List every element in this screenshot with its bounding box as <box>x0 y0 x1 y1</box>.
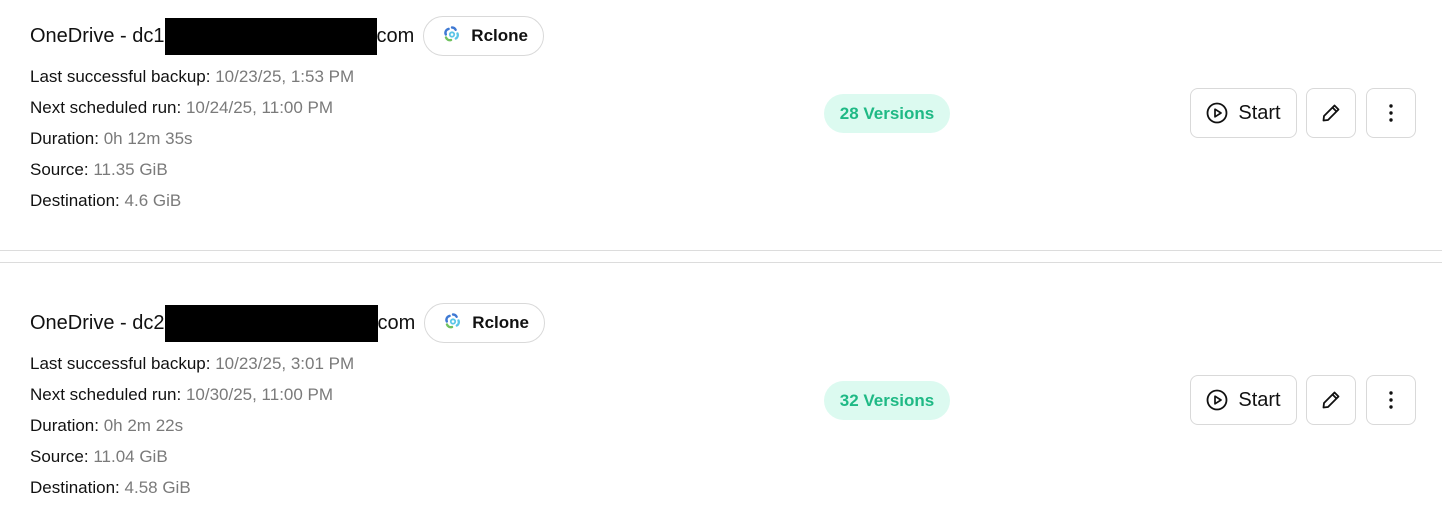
more-vertical-icon <box>1388 103 1394 123</box>
backup-name-prefix: OneDrive - dc1 <box>30 24 165 47</box>
start-label: Start <box>1238 388 1281 411</box>
rclone-icon <box>443 311 463 336</box>
backup-name-prefix: OneDrive - dc2 <box>30 311 165 334</box>
detail-label: Destination: <box>30 478 120 497</box>
detail-label: Next scheduled run: <box>30 385 182 404</box>
redacted-block <box>164 17 377 55</box>
detail-label: Source: <box>30 160 89 179</box>
detail-source: Source: 11.04 GiB <box>30 441 354 472</box>
detail-source: Source: 11.35 GiB <box>30 154 354 185</box>
detail-last-backup: Last successful backup: 10/23/25, 1:53 P… <box>30 61 354 92</box>
start-button[interactable]: Start <box>1190 88 1297 138</box>
detail-value: 10/23/25, 1:53 PM <box>215 67 355 86</box>
backup-card: OneDrive - dc1 com Rclone Last successful… <box>0 0 1442 251</box>
detail-value: 11.35 GiB <box>93 160 168 179</box>
provider-label: Rclone <box>472 313 529 332</box>
play-circle-icon <box>1206 102 1228 124</box>
detail-duration: Duration: 0h 12m 35s <box>30 123 354 154</box>
pencil-icon <box>1320 102 1342 124</box>
provider-tag: Rclone <box>423 16 544 56</box>
detail-label: Duration: <box>30 416 99 435</box>
detail-last-backup: Last successful backup: 10/23/25, 3:01 P… <box>30 348 354 379</box>
edit-button[interactable] <box>1306 375 1356 425</box>
detail-value: 4.6 GiB <box>124 191 182 210</box>
pencil-icon <box>1320 389 1342 411</box>
detail-label: Last successful backup: <box>30 67 211 86</box>
backup-details: Last successful backup: 10/23/25, 1:53 P… <box>30 61 354 216</box>
detail-value: 10/30/25, 11:00 PM <box>185 385 334 404</box>
detail-label: Destination: <box>30 191 120 210</box>
more-options-button[interactable] <box>1366 88 1416 138</box>
provider-label: Rclone <box>471 26 528 45</box>
backup-card: OneDrive - dc2 com Rclone Last successful… <box>0 263 1442 521</box>
detail-label: Source: <box>30 447 89 466</box>
backup-name-suffix: com <box>376 24 415 47</box>
detail-label: Last successful backup: <box>30 354 211 373</box>
backup-title-row: OneDrive - dc1 com Rclone <box>30 16 544 56</box>
backup-title-row: OneDrive - dc2 com Rclone <box>30 303 545 343</box>
backup-name-suffix: com <box>377 311 416 334</box>
detail-next-run: Next scheduled run: 10/24/25, 11:00 PM <box>30 92 354 123</box>
backup-title: OneDrive - dc2 com <box>30 304 416 342</box>
detail-duration: Duration: 0h 2m 22s <box>30 410 354 441</box>
detail-value: 0h 12m 35s <box>103 129 193 148</box>
card-gap <box>0 251 1442 262</box>
detail-label: Next scheduled run: <box>30 98 182 117</box>
rclone-icon <box>442 24 462 49</box>
detail-value: 10/23/25, 3:01 PM <box>215 354 355 373</box>
detail-destination: Destination: 4.58 GiB <box>30 472 354 503</box>
detail-value: 4.58 GiB <box>124 478 191 497</box>
more-vertical-icon <box>1388 390 1394 410</box>
redacted-block <box>164 304 378 342</box>
detail-value: 0h 2m 22s <box>103 416 184 435</box>
backup-title: OneDrive - dc1 com <box>30 17 415 55</box>
detail-next-run: Next scheduled run: 10/30/25, 11:00 PM <box>30 379 354 410</box>
start-label: Start <box>1238 101 1281 124</box>
versions-badge[interactable]: 32 Versions <box>824 381 950 420</box>
backup-details: Last successful backup: 10/23/25, 3:01 P… <box>30 348 354 503</box>
start-button[interactable]: Start <box>1190 375 1297 425</box>
more-options-button[interactable] <box>1366 375 1416 425</box>
detail-value: 10/24/25, 11:00 PM <box>185 98 334 117</box>
detail-value: 11.04 GiB <box>93 447 168 466</box>
detail-label: Duration: <box>30 129 99 148</box>
detail-destination: Destination: 4.6 GiB <box>30 185 354 216</box>
provider-tag: Rclone <box>424 303 545 343</box>
play-circle-icon <box>1206 389 1228 411</box>
versions-badge[interactable]: 28 Versions <box>824 94 950 133</box>
edit-button[interactable] <box>1306 88 1356 138</box>
